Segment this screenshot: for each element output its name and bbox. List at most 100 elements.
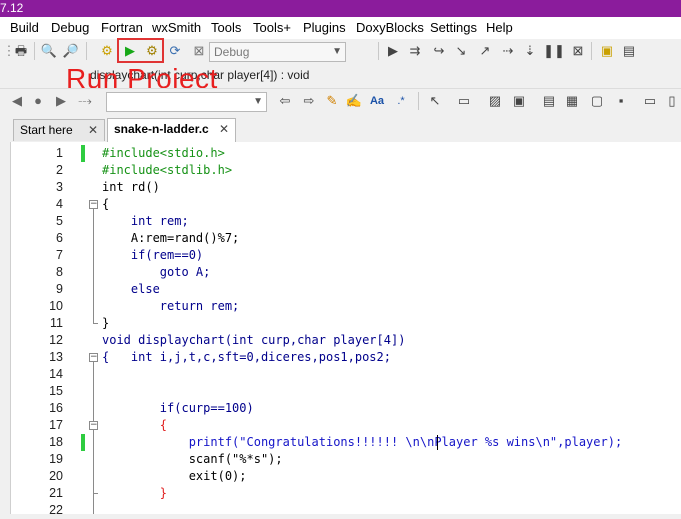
- menu-tools[interactable]: Tools: [211, 20, 241, 36]
- run-project-highlight: [117, 38, 164, 63]
- search-input[interactable]: ▼: [106, 92, 267, 112]
- code-text: int rem;: [102, 214, 189, 228]
- code-text: }: [102, 316, 110, 330]
- select-arrow-icon[interactable]: ↖: [426, 92, 444, 110]
- regex-icon[interactable]: .*: [392, 92, 410, 110]
- close-icon[interactable]: ✕: [88, 120, 98, 140]
- code-text: }: [102, 486, 168, 500]
- shape-square-icon[interactable]: ▪: [612, 92, 630, 110]
- debug-run-icon[interactable]: ▶: [384, 42, 402, 60]
- run-to-cursor-icon[interactable]: ⇉: [406, 42, 424, 60]
- code-text: scanf("%*s");: [102, 452, 283, 466]
- find-prev-icon[interactable]: ⇦: [276, 92, 294, 110]
- code-editor[interactable]: 1 #include<stdio.h> 2 #include<stdlib.h>…: [10, 142, 681, 517]
- shape-tag-icon[interactable]: ▭: [641, 92, 659, 110]
- code-line: 17 {: [11, 417, 681, 434]
- shape-image-icon[interactable]: ▨: [486, 92, 504, 110]
- build-gear-icon[interactable]: ⚙: [98, 42, 116, 60]
- close-icon[interactable]: ✕: [219, 119, 229, 139]
- code-text: printf("Congratulations!!!!!! \n\nPlayer…: [102, 435, 623, 449]
- selected-text-icon[interactable]: ✍: [345, 92, 363, 110]
- shape-panel-icon[interactable]: ▤: [540, 92, 558, 110]
- tab-start-here[interactable]: Start here ✕: [13, 119, 105, 141]
- build-target-value: Debug: [214, 45, 250, 59]
- line-number: 20: [49, 469, 63, 483]
- info-icon[interactable]: ▤: [620, 42, 638, 60]
- menu-plugins[interactable]: Plugins: [303, 20, 346, 36]
- step-into-icon[interactable]: ↘: [452, 42, 470, 60]
- code-line: 5 int rem;: [11, 213, 681, 230]
- print-icon[interactable]: 🖶: [12, 42, 30, 60]
- fold-end: [93, 493, 98, 494]
- line-number: 1: [56, 146, 63, 160]
- menu-doxyblocks[interactable]: DoxyBlocks: [356, 20, 424, 36]
- menu-settings[interactable]: Settings: [430, 20, 477, 36]
- step-into-instruction-icon[interactable]: ⇣: [521, 42, 539, 60]
- separator: [591, 42, 592, 60]
- code-line: 2 #include<stdlib.h>: [11, 162, 681, 179]
- editor-tabs: Start here ✕ snake-n-ladder.c ✕: [0, 113, 681, 142]
- chevron-down-icon: ▼: [332, 46, 342, 57]
- menu-debug[interactable]: Debug: [51, 20, 89, 36]
- match-case-icon[interactable]: Aa: [368, 92, 386, 110]
- shape-window-icon[interactable]: ▣: [510, 92, 528, 110]
- code-text: int rd(): [102, 180, 160, 194]
- build-target-select[interactable]: Debug ▼: [209, 42, 346, 62]
- bookmark-dot-icon[interactable]: ●: [29, 92, 47, 110]
- shape-grid-icon[interactable]: ▦: [563, 92, 581, 110]
- fold-line: [93, 362, 94, 514]
- code-text: else: [102, 282, 160, 296]
- jump-icon[interactable]: ⤏: [76, 92, 94, 110]
- step-out-icon[interactable]: ↗: [476, 42, 494, 60]
- code-text: void displaychart(int curp,char player[4…: [102, 333, 406, 347]
- code-line: 18 printf("Congratulations!!!!!! \n\nPla…: [11, 434, 681, 451]
- search-toolbar: ◀ ● ▶ ⤏ ▼ ⇦ ⇨ ✎ ✍ Aa .* ↖ ▭ ▨ ▣ ▤ ▦ ▢ ▪ …: [0, 88, 681, 114]
- code-text: if(curp==100): [102, 401, 254, 415]
- line-number: 5: [56, 214, 63, 228]
- code-text: return rem;: [102, 299, 240, 313]
- code-line: 20 exit(0);: [11, 468, 681, 485]
- line-number: 15: [49, 384, 63, 398]
- highlight-icon[interactable]: ✎: [323, 92, 341, 110]
- line-number: 3: [56, 180, 63, 194]
- code-line: 7 if(rem==0): [11, 247, 681, 264]
- fold-toggle-icon[interactable]: −: [89, 353, 98, 362]
- fold-toggle-icon[interactable]: −: [89, 421, 98, 430]
- code-line: 6 A:rem=rand()%7;: [11, 230, 681, 247]
- line-number: 14: [49, 367, 63, 381]
- line-number: 13: [49, 350, 63, 364]
- code-line: 16 if(curp==100): [11, 400, 681, 417]
- menu-fortran[interactable]: Fortran: [101, 20, 143, 36]
- main-toolbar: ⋮ 🖶 🔍 🔎 ⚙ ▶ ⚙ ⟳ ⊠ Debug ▼ ▶ ⇉ ↪ ↘ ↗ ⇢ ⇣ …: [0, 39, 681, 65]
- find-next-icon[interactable]: ⇨: [300, 92, 318, 110]
- menu-wxsmith[interactable]: wxSmith: [152, 20, 201, 36]
- next-instruction-icon[interactable]: ⇢: [499, 42, 517, 60]
- code-line: 3 int rd(): [11, 179, 681, 196]
- chevron-down-icon: ▼: [253, 96, 263, 107]
- menu-tools-plus[interactable]: Tools+: [253, 20, 291, 36]
- line-number: 16: [49, 401, 63, 415]
- separator: [86, 42, 87, 60]
- forward-arrow-icon[interactable]: ▶: [52, 92, 70, 110]
- separator: [418, 92, 419, 110]
- title-bar: 7.12: [0, 0, 681, 17]
- stop-debug-icon[interactable]: ⊠: [569, 42, 587, 60]
- shape-rect-icon[interactable]: ▭: [455, 92, 473, 110]
- debug-windows-icon[interactable]: ▣: [598, 42, 616, 60]
- rebuild-icon[interactable]: ⟳: [166, 42, 184, 60]
- tab-snake-n-ladder[interactable]: snake-n-ladder.c ✕: [107, 118, 236, 142]
- code-line: 19 scanf("%*s");: [11, 451, 681, 468]
- menu-help[interactable]: Help: [486, 20, 513, 36]
- shape-box-icon[interactable]: ▢: [588, 92, 606, 110]
- pause-icon[interactable]: ❚❚: [543, 42, 565, 60]
- abort-icon[interactable]: ⊠: [190, 42, 208, 60]
- fold-toggle-icon[interactable]: −: [89, 200, 98, 209]
- shape-frame-icon[interactable]: ▯: [663, 92, 681, 110]
- menu-bar: Build Debug Fortran wxSmith Tools Tools+…: [0, 17, 681, 39]
- code-text: if(rem==0): [102, 248, 204, 262]
- next-line-icon[interactable]: ↪: [430, 42, 448, 60]
- menu-build[interactable]: Build: [10, 20, 39, 36]
- find-icon[interactable]: 🔍: [40, 42, 58, 60]
- back-arrow-icon[interactable]: ◀: [8, 92, 26, 110]
- replace-icon[interactable]: 🔎: [62, 42, 80, 60]
